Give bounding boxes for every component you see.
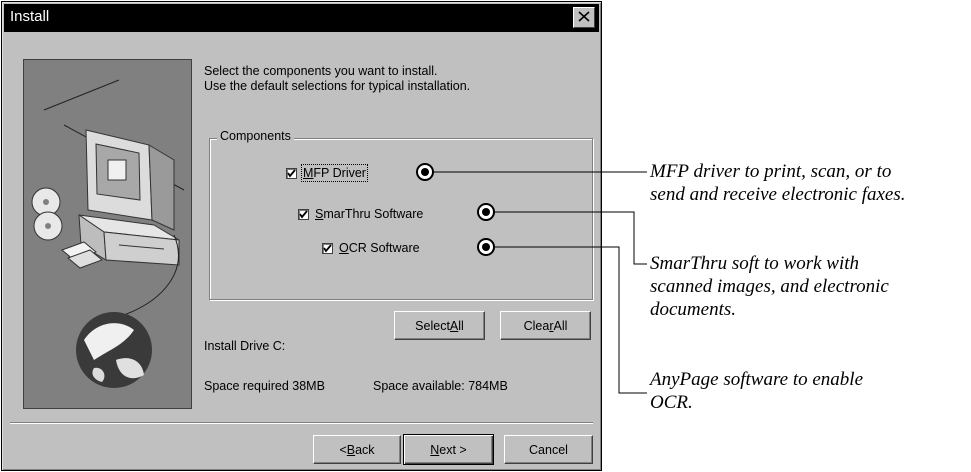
- callout-line-ocr: [494, 246, 647, 394]
- mfp-annotation: MFP driver to print, scan, or to send an…: [650, 161, 906, 205]
- callout-line-smarthru: [494, 211, 647, 265]
- smarthru-annotation: SmarThru soft to work with scanned image…: [650, 253, 889, 320]
- anypage-annotation: AnyPage software to enable OCR.: [650, 369, 863, 413]
